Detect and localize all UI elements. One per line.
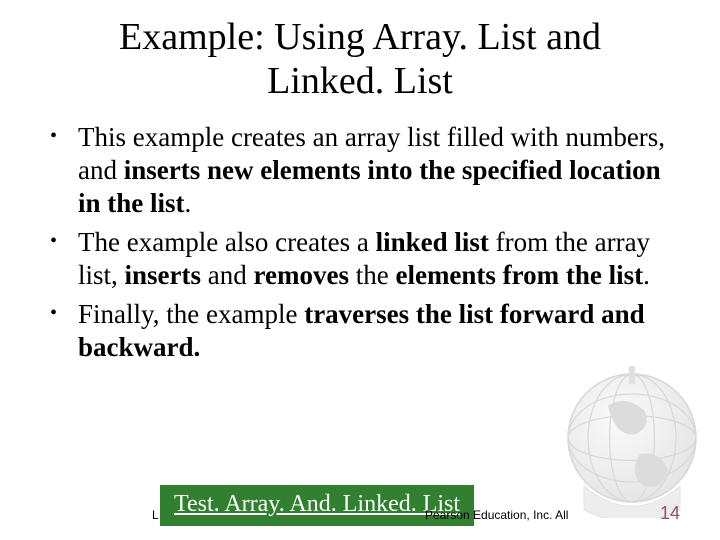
bullet-list: This example creates an array list fille… (44, 121, 676, 364)
page-number: 14 (660, 503, 680, 524)
bullet-text: The example also creates a linked list f… (78, 227, 650, 290)
title-line-2: Linked. List (267, 60, 453, 102)
footer-copyright: Pearson Education, Inc. All (425, 508, 568, 522)
footer-left-stub: L (152, 508, 159, 522)
bullet-text: Finally, the example traverses the list … (78, 299, 645, 362)
list-item: The example also creates a linked list f… (44, 226, 676, 292)
slide-body: This example creates an array list fille… (0, 103, 720, 364)
globe-icon (552, 358, 712, 518)
slide-title: Example: Using Array. List and Linked. L… (0, 0, 720, 103)
slide: Example: Using Array. List and Linked. L… (0, 0, 720, 540)
bullet-text: This example creates an array list fille… (78, 122, 665, 218)
title-line-1: Example: Using Array. List and (119, 16, 601, 58)
list-item: Finally, the example traverses the list … (44, 298, 676, 364)
list-item: This example creates an array list fille… (44, 121, 676, 220)
